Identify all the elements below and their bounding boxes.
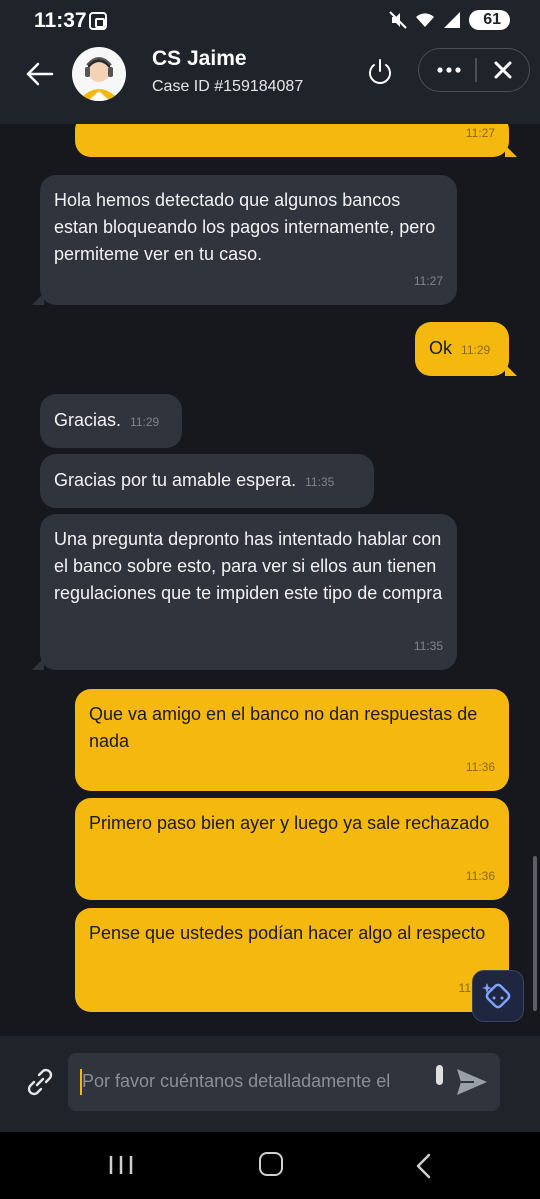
agent-headset-icon: [78, 57, 120, 101]
screenshot-icon: [89, 12, 107, 30]
message-time: 11: [458, 981, 471, 995]
header-actions-divider: [475, 58, 477, 82]
agent-name: CS Jaime: [152, 47, 247, 70]
bubble-tail: [32, 658, 44, 670]
wifi-icon: [416, 13, 435, 27]
power-icon[interactable]: [364, 56, 396, 88]
message-time: 11:36: [465, 760, 495, 774]
user-message: Pense que ustedes podían hacer algo al r…: [75, 908, 509, 1012]
system-navigation-bar: [0, 1132, 540, 1199]
chat-scrollbar[interactable]: [533, 856, 537, 1011]
message-text: Que va amigo en el banco no dan respuest…: [89, 704, 478, 751]
user-message: Ok 11:29: [415, 322, 517, 376]
more-options-button[interactable]: [427, 49, 471, 91]
message-input-placeholder: Por favor cuéntanos detalladamente el: [82, 1071, 391, 1091]
message-input[interactable]: Por favor cuéntanos detalladamente el: [68, 1053, 500, 1111]
message-text: Primero paso bien ayer y luego ya sale r…: [89, 813, 490, 833]
battery-indicator: 61: [469, 10, 510, 30]
message-text: Gracias.: [54, 410, 122, 430]
chat-header: CS Jaime Case ID #159184087: [0, 42, 540, 124]
composer: Por favor cuéntanos detalladamente el: [0, 1036, 540, 1132]
case-id: Case ID #159184087: [152, 78, 304, 95]
input-scroll-indicator: [436, 1065, 443, 1085]
send-icon[interactable]: [454, 1066, 490, 1098]
sparkle-tag-icon: [482, 983, 511, 1009]
message-text: Gracias por tu amable espera.: [54, 470, 297, 490]
status-icons: 61: [389, 10, 510, 30]
agent-avatar: [72, 47, 126, 101]
user-message: Que va amigo en el banco no dan respuest…: [75, 689, 509, 791]
bubble-tail: [505, 364, 517, 376]
status-bar: 11:37 61: [0, 0, 540, 42]
message-time: 11:35: [413, 639, 443, 653]
bubble-tail: [32, 293, 44, 305]
message-time: 11:29: [130, 415, 160, 429]
message-time: 11:35: [305, 475, 335, 489]
close-button[interactable]: [481, 49, 525, 91]
agent-message: Gracias. 11:29: [40, 394, 182, 448]
message-text: Hola hemos detectado que algunos bancos …: [54, 190, 436, 264]
message-time: 11:27: [465, 126, 495, 140]
mute-icon: [389, 11, 407, 29]
back-arrow-icon[interactable]: [20, 54, 60, 94]
signal-icon: [444, 12, 461, 28]
user-message: 11:27: [75, 124, 517, 157]
recent-apps-icon[interactable]: [108, 1154, 134, 1176]
header-actions: [418, 48, 530, 92]
message-time: 11:27: [413, 274, 443, 288]
more-dots-icon: [437, 67, 461, 73]
status-time: 11:37: [34, 9, 87, 32]
message-text: Una pregunta depronto has intentado habl…: [54, 529, 443, 603]
agent-message: Una pregunta depronto has intentado habl…: [32, 514, 457, 670]
agent-message: Hola hemos detectado que algunos bancos …: [32, 175, 457, 305]
ai-assistant-button[interactable]: [472, 970, 524, 1022]
message-time: 11:29: [461, 343, 491, 357]
attach-link-icon[interactable]: [22, 1064, 58, 1100]
user-message: Primero paso bien ayer y luego ya sale r…: [75, 798, 509, 900]
bubble-tail: [505, 145, 517, 157]
home-icon[interactable]: [259, 1152, 283, 1176]
agent-message: Gracias por tu amable espera. 11:35: [40, 454, 374, 508]
message-time: 11:36: [465, 869, 495, 883]
chat-messages[interactable]: 11:27 Hola hemos detectado que algunos b…: [0, 124, 540, 1036]
close-icon: [494, 61, 512, 79]
message-text: Ok: [429, 338, 453, 358]
system-back-icon[interactable]: [412, 1152, 434, 1180]
message-text: Pense que ustedes podían hacer algo al r…: [89, 923, 486, 943]
